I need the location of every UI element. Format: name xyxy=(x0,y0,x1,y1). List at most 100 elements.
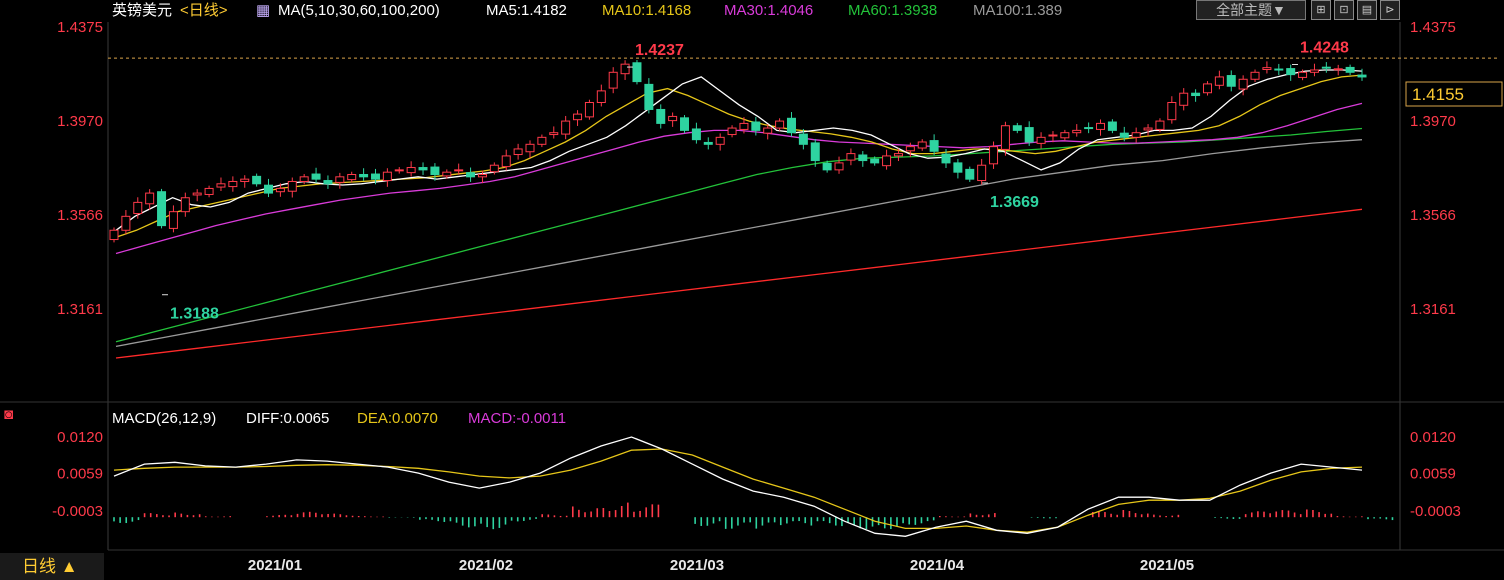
candle-body xyxy=(1309,69,1319,73)
extreme-label-low: 1.3188 xyxy=(170,306,219,323)
candle-body xyxy=(275,187,285,193)
candle-body xyxy=(893,153,903,157)
macd-histogram-value: MACD:-0.0011 xyxy=(468,410,567,427)
candle-body xyxy=(513,148,523,156)
candle-body xyxy=(299,176,309,182)
ma-label: MA(5,10,30,60,100,200) xyxy=(278,2,440,19)
macd-label: MACD(26,12,9) xyxy=(112,410,217,427)
period-selector-button[interactable]: 日线 ▲ xyxy=(0,553,104,580)
candle-body xyxy=(632,62,642,83)
candle-body xyxy=(561,120,571,135)
macd-settings-icon[interactable]: ◙ xyxy=(4,404,13,426)
x-tick-label: 2021/03 xyxy=(670,557,724,574)
candle-body xyxy=(1084,127,1094,130)
x-tick-label: 2021/04 xyxy=(910,557,965,574)
candle-body xyxy=(941,153,951,164)
ma-settings-icon[interactable]: ▦ xyxy=(256,0,270,22)
ma10-line xyxy=(115,74,1363,238)
candle-body xyxy=(228,180,238,188)
candle-body xyxy=(727,127,737,136)
zoom-icon[interactable]: ⊡ xyxy=(1334,0,1354,20)
candle-body xyxy=(1167,101,1177,121)
candle-body xyxy=(905,146,915,152)
ma10-value: MA10:1.4168 xyxy=(602,2,692,19)
candle-body xyxy=(882,155,892,167)
ma100-value: MA100:1.389 xyxy=(973,2,1063,19)
ma30-value: MA30:1.4046 xyxy=(724,2,814,19)
x-tick-label: 2021/05 xyxy=(1140,557,1194,574)
chart-stage: 1.4375 1.4375 1.3970 1.3970 1.3566 1.3566 1.31… xyxy=(0,0,1504,580)
candle-body xyxy=(549,132,559,136)
candle-body xyxy=(1012,125,1022,131)
chart-canvas[interactable]: 1.4375 1.4375 1.3970 1.3970 1.3566 1.3566 1.31… xyxy=(0,0,1504,580)
macd-y-tick-left: -0.0003 xyxy=(52,503,103,520)
candle-body xyxy=(834,162,844,171)
candle-body xyxy=(1036,136,1046,144)
candle-body xyxy=(525,143,535,153)
macd-y-tick-left: 0.0120 xyxy=(57,429,103,446)
candle-body xyxy=(489,164,499,173)
candle-body xyxy=(953,162,963,173)
y-tick-label-left: 1.3566 xyxy=(57,207,103,224)
candle-body xyxy=(715,136,725,145)
candle-body xyxy=(858,154,868,162)
candle-body xyxy=(1262,67,1272,71)
candle-body xyxy=(1048,134,1058,137)
candle-body xyxy=(287,180,297,192)
candle-body xyxy=(180,197,190,213)
play-icon[interactable]: ⊳ xyxy=(1380,0,1400,20)
candle-body xyxy=(691,128,701,141)
ma5-line xyxy=(115,69,1363,231)
theme-dropdown[interactable]: 全部主题▼ xyxy=(1196,0,1306,20)
y-tick-label-left: 1.4375 xyxy=(57,19,103,36)
candle-body xyxy=(1107,121,1117,131)
ma60-value: MA60:1.3938 xyxy=(848,2,938,19)
candle-body xyxy=(965,168,975,180)
ma5-value: MA5:1.4182 xyxy=(486,2,567,19)
candle-body xyxy=(573,113,583,121)
macd-y-tick-right: -0.0003 xyxy=(1410,503,1461,520)
candle-body xyxy=(989,146,999,165)
symbol-title: 英镑美元 xyxy=(112,2,173,19)
candle-body xyxy=(1119,132,1129,138)
candle-body xyxy=(751,121,761,131)
macd-diff-value: DIFF:0.0065 xyxy=(246,410,330,427)
candle-body xyxy=(1000,125,1010,150)
candle-body xyxy=(703,141,713,145)
candle-body xyxy=(335,176,345,183)
crosshair-icon[interactable]: ⊞ xyxy=(1311,0,1331,20)
candle-body xyxy=(1298,71,1308,78)
candle-body xyxy=(668,115,678,122)
candle-body xyxy=(1333,68,1343,71)
candle-body xyxy=(347,174,357,181)
candle-body xyxy=(1345,66,1355,73)
candle-body xyxy=(418,167,428,171)
candle-body xyxy=(394,169,404,172)
y-tick-label-right: 1.3970 xyxy=(1410,113,1456,130)
y-tick-label-left: 1.3970 xyxy=(57,113,103,130)
candle-body xyxy=(1214,76,1224,86)
candle-body xyxy=(1250,71,1260,80)
candle-body xyxy=(157,191,167,227)
candle-body xyxy=(1274,68,1284,71)
candle-body xyxy=(311,173,321,180)
y-tick-label-right: 1.3566 xyxy=(1410,207,1456,224)
extreme-label-low: 1.3669 xyxy=(990,194,1039,211)
candle-body xyxy=(370,173,380,180)
candle-body xyxy=(264,184,274,194)
candle-body xyxy=(977,164,987,182)
candle-body xyxy=(608,71,618,89)
candle-body xyxy=(1286,68,1296,76)
candle-body xyxy=(870,158,880,164)
extreme-label-high: 1.4237 xyxy=(635,42,684,59)
candle-body xyxy=(216,183,226,188)
candle-body xyxy=(917,141,927,149)
candle-body xyxy=(1096,122,1106,130)
layout-icon[interactable]: ▤ xyxy=(1357,0,1377,20)
candle-body xyxy=(1072,129,1082,134)
candle-body xyxy=(240,178,250,182)
x-tick-label: 2021/02 xyxy=(459,557,513,574)
x-tick-label: 2021/01 xyxy=(248,557,302,574)
period-tag[interactable]: <日线> xyxy=(180,0,228,22)
candle-body xyxy=(822,162,832,171)
